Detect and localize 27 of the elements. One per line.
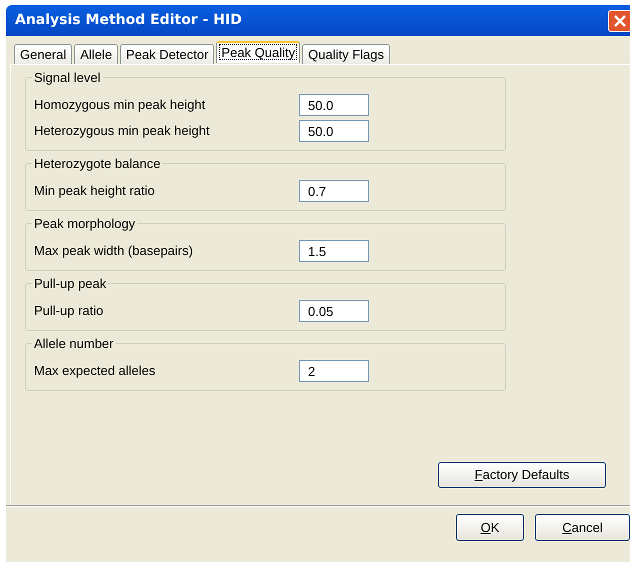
input-field[interactable]: 2 <box>299 360 369 382</box>
group-title: Peak morphology <box>32 216 138 232</box>
field-label: Homozygous min peak height <box>34 96 206 114</box>
tab[interactable]: General <box>14 44 72 64</box>
group-title: Heterozygote balance <box>32 156 162 172</box>
window-title: Analysis Method Editor - HID <box>15 11 242 30</box>
field-label: Pull-up ratio <box>34 302 104 320</box>
group-title: Pull-up peak <box>32 276 108 292</box>
dialog-button[interactable]: Cancel <box>535 514 630 541</box>
input-field[interactable]: 50.0 <box>299 94 369 116</box>
input-field[interactable]: 1.5 <box>299 240 369 262</box>
tab[interactable]: Quality Flags <box>302 44 390 64</box>
input-field[interactable]: 50.0 <box>299 120 369 142</box>
input-field[interactable]: 0.7 <box>299 180 369 202</box>
dialog-button[interactable]: OK <box>456 514 524 541</box>
input-field[interactable]: 0.05 <box>299 300 369 322</box>
field-label: Heterozygous min peak height <box>34 122 211 140</box>
tab[interactable]: Allele <box>74 44 118 64</box>
field-label: Max peak width (basepairs) <box>34 242 194 260</box>
field-label: Max expected alleles <box>34 362 156 380</box>
close-button[interactable] <box>608 10 630 32</box>
tab[interactable]: Peak Detector <box>120 44 214 64</box>
close-icon <box>613 14 627 28</box>
tab[interactable]: Peak Quality <box>216 41 300 63</box>
group-title: Signal level <box>32 70 102 86</box>
field-label: Min peak height ratio <box>34 182 156 200</box>
factory-defaults-button[interactable]: Factory Defaults <box>438 462 606 488</box>
